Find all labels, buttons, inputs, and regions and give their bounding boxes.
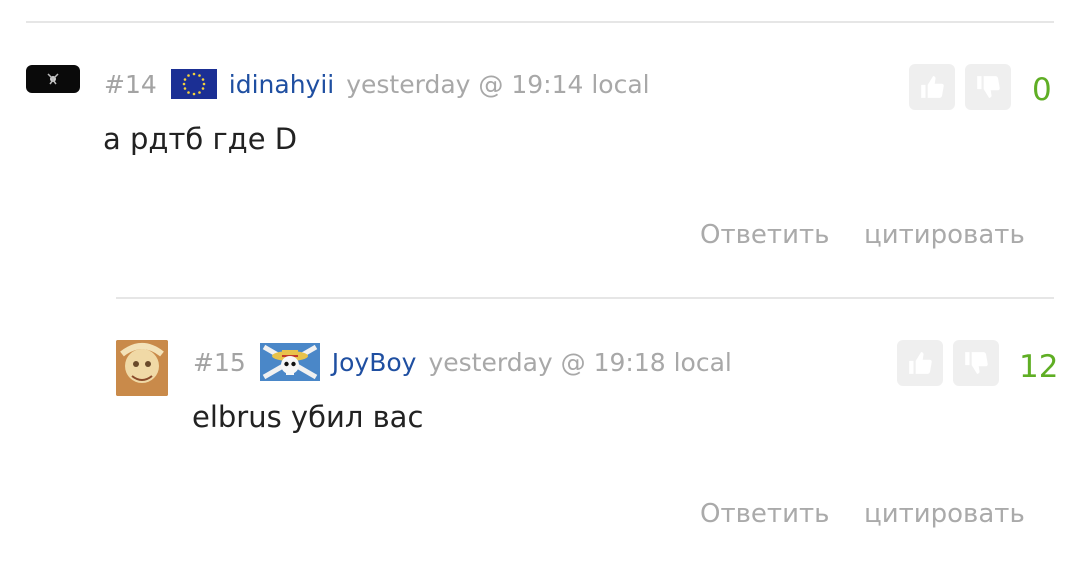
quote-link[interactable]: цитировать [864, 220, 1025, 250]
avatar[interactable] [26, 65, 80, 93]
thumbs-down-icon [977, 76, 1000, 98]
downvote-button[interactable] [953, 340, 999, 386]
comment-score: 0 [1032, 72, 1052, 108]
timestamp: yesterday @ 19:14 local [346, 69, 650, 99]
thumbs-up-icon [921, 76, 944, 98]
avatar[interactable] [116, 340, 168, 396]
upvote-button[interactable] [909, 64, 955, 110]
upvote-button[interactable] [897, 340, 943, 386]
comment-text: elbrus убил вас [192, 400, 424, 434]
jolly-roger-flag-icon [259, 343, 320, 381]
thumbs-down-icon [965, 352, 988, 374]
top-divider [26, 21, 1054, 23]
thumbs-up-icon [909, 352, 932, 374]
quote-link[interactable]: цитировать [864, 499, 1025, 529]
comment-meta: #14 idinahyii yesterday @ 19:14 local [104, 68, 650, 100]
comment-divider [116, 297, 1054, 299]
timestamp: yesterday @ 19:18 local [428, 347, 732, 377]
comment-score: 12 [1019, 349, 1059, 385]
username-link[interactable]: idinahyii [229, 70, 334, 99]
reply-link[interactable]: Ответить [700, 220, 829, 250]
comment-number[interactable]: #15 [193, 348, 246, 377]
username-link[interactable]: JoyBoy [332, 348, 417, 377]
comment-meta: #15 JoyBoy yesterday @ 19:18 local [193, 343, 732, 381]
comment-number[interactable]: #14 [104, 70, 157, 99]
downvote-button[interactable] [965, 64, 1011, 110]
avatar-image-icon [116, 340, 168, 396]
reply-link[interactable]: Ответить [700, 499, 829, 529]
comment-text: а рдтб где D [103, 122, 298, 156]
avatar-image-icon [47, 73, 59, 85]
eu-flag-icon [170, 69, 217, 99]
